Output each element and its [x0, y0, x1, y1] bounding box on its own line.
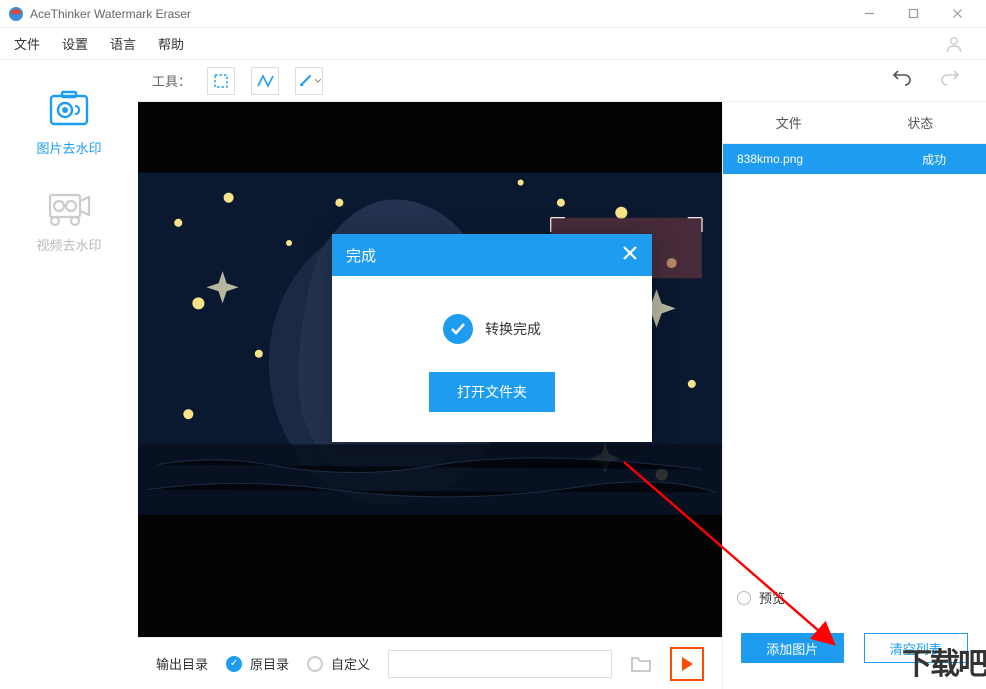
menu-help[interactable]: 帮助: [158, 34, 184, 53]
play-icon: [680, 656, 694, 672]
complete-dialog: 完成 转换完成 打开文件夹: [332, 234, 652, 442]
marquee-icon: [213, 73, 229, 89]
dialog-close-button[interactable]: [622, 244, 638, 267]
minimize-button[interactable]: [848, 2, 890, 26]
radio-original-dir[interactable]: 原目录: [226, 654, 289, 673]
sidebar-image-label: 图片去水印: [36, 138, 101, 157]
start-button[interactable]: [670, 647, 704, 681]
radio-custom-dir[interactable]: 自定义: [307, 654, 370, 673]
video-eraser-icon: [45, 187, 93, 227]
menu-settings[interactable]: 设置: [62, 34, 88, 53]
radio-checked-icon: [226, 656, 242, 672]
sidebar-item-image[interactable]: 图片去水印: [36, 90, 101, 157]
maximize-button[interactable]: [892, 2, 934, 26]
add-image-button[interactable]: 添加图片: [741, 633, 844, 663]
file-row[interactable]: 838kmo.png 成功: [723, 144, 986, 174]
dialog-message: 转换完成: [443, 314, 541, 344]
col-status: 状态: [855, 102, 986, 143]
preview-toggle[interactable]: 预览: [723, 578, 986, 617]
chevron-down-icon: [315, 79, 321, 83]
sidebar-item-video[interactable]: 视频去水印: [36, 187, 101, 254]
output-path-input[interactable]: [388, 650, 612, 678]
sidebar: 图片去水印 视频去水印: [0, 60, 138, 689]
brush-icon: [297, 73, 313, 89]
preview-label: 预览: [759, 588, 785, 607]
preview-radio-icon: [737, 591, 751, 605]
file-list-area: [723, 174, 986, 578]
window-controls: [848, 2, 978, 26]
tool-label: 工具：: [152, 71, 191, 90]
panel-header: 文件 状态: [723, 102, 986, 144]
radio-original-label: 原目录: [250, 654, 289, 673]
menu-language[interactable]: 语言: [110, 34, 136, 53]
image-eraser-icon: [45, 90, 93, 130]
file-status: 成功: [882, 151, 986, 168]
col-file: 文件: [723, 102, 855, 143]
open-folder-button[interactable]: 打开文件夹: [429, 372, 555, 412]
undo-button[interactable]: [892, 70, 924, 91]
menubar: 文件 设置 语言 帮助: [0, 28, 986, 60]
polygon-icon: [256, 73, 274, 89]
check-circle-icon: [443, 314, 473, 344]
sidebar-video-label: 视频去水印: [36, 235, 101, 254]
dialog-body: 转换完成 打开文件夹: [332, 276, 652, 442]
titlebar-left: AceThinker Watermark Eraser: [8, 6, 191, 22]
dialog-header: 完成: [332, 234, 652, 276]
tool-marquee[interactable]: [207, 67, 235, 95]
menu-file[interactable]: 文件: [14, 34, 40, 53]
dialog-title: 完成: [346, 245, 376, 266]
site-watermark: 下载吧: [902, 639, 986, 683]
tool-polygon[interactable]: [251, 67, 279, 95]
output-row: 输出目录 原目录 自定义: [138, 637, 722, 689]
radio-unchecked-icon: [307, 656, 323, 672]
menubar-left: 文件 设置 语言 帮助: [14, 34, 184, 53]
browse-folder-button[interactable]: [630, 655, 652, 673]
output-dir-label: 输出目录: [156, 654, 208, 673]
right-panel: 文件 状态 838kmo.png 成功 预览 添加图片 清空列表: [722, 102, 986, 689]
close-icon: [622, 245, 638, 261]
titlebar: AceThinker Watermark Eraser: [0, 0, 986, 28]
tool-brush[interactable]: [295, 67, 323, 95]
dialog-message-text: 转换完成: [485, 319, 541, 339]
user-icon[interactable]: [944, 34, 964, 54]
toolbar: 工具：: [138, 60, 986, 102]
redo-button[interactable]: [940, 70, 972, 91]
radio-custom-label: 自定义: [331, 654, 370, 673]
undo-icon: [892, 70, 912, 86]
file-name: 838kmo.png: [723, 152, 882, 166]
close-button[interactable]: [936, 2, 978, 26]
app-logo-icon: [8, 6, 24, 22]
redo-icon: [940, 70, 960, 86]
app-title: AceThinker Watermark Eraser: [30, 7, 191, 21]
